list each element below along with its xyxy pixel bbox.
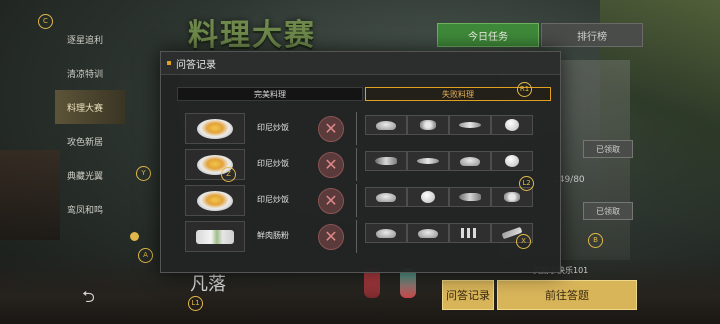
ingredient-slot	[407, 151, 449, 171]
ingredient-sprig-icon	[461, 228, 479, 238]
dialog-tabs: 完美料理 失败料理	[177, 87, 551, 101]
ingredient-slot	[449, 187, 491, 207]
ingredient-slot	[491, 151, 533, 171]
ingredient-egg-icon	[505, 119, 519, 131]
record-row: 鲜肉肠粉 ✕	[185, 220, 555, 255]
title-accent-icon	[167, 61, 171, 65]
menu-item-1[interactable]: 清凉特训	[55, 56, 125, 90]
button-a-icon: A	[138, 248, 153, 263]
button-x-icon: X	[516, 234, 531, 249]
dpad-icon	[130, 232, 139, 241]
button-b-icon: B	[588, 233, 603, 248]
tab-leaderboard[interactable]: 排行榜	[541, 23, 643, 47]
collect-button-2[interactable]: 已领取	[583, 202, 633, 220]
ingredient-pile-icon	[376, 192, 396, 202]
record-row: 印尼炒饭 ✕	[185, 148, 555, 183]
dish-image	[185, 149, 245, 180]
event-title: 料理大赛	[188, 18, 316, 53]
ingredient-slot	[365, 223, 407, 243]
game-screen: 料理大赛 今日任务 排行榜 逐星追利 清凉特训 料理大赛 攻色新居 典藏光翼 鸾…	[0, 0, 720, 324]
fail-cross-icon: ✕	[318, 224, 344, 250]
player-name: 凡落	[190, 274, 226, 295]
ingredient-slot	[449, 223, 491, 243]
ingredient-rice-icon	[420, 120, 436, 130]
ingredient-slot	[365, 115, 407, 135]
menu-item-0[interactable]: 逐星追利	[55, 22, 125, 56]
tab-perfect-dishes[interactable]: 完美料理	[177, 87, 363, 101]
tab-today-tasks[interactable]: 今日任务	[437, 23, 539, 47]
dish-image	[185, 221, 245, 252]
go-answer-button[interactable]: 前往答题	[497, 280, 637, 310]
fail-cross-icon: ✕	[318, 188, 344, 214]
back-icon[interactable]: ⮌	[82, 286, 106, 306]
menu-item-2[interactable]: 料理大赛	[55, 90, 125, 124]
divider	[356, 112, 357, 145]
dish-name: 印尼炒饭	[257, 123, 289, 132]
button-l2-icon: L2	[519, 176, 534, 191]
dialog-header: 问答记录	[161, 52, 560, 75]
ingredient-rice-icon	[504, 192, 520, 202]
ingredient-egg-icon	[421, 191, 435, 203]
ingredient-slot	[449, 151, 491, 171]
ingredient-slot	[407, 115, 449, 135]
button-y-icon: Y	[136, 166, 151, 181]
dish-name: 印尼炒饭	[257, 195, 289, 204]
record-row: 印尼炒饭 ✕	[185, 184, 555, 219]
ingredient-fish-icon	[375, 157, 397, 165]
ingredient-flat-icon	[459, 122, 481, 128]
fried-rice-icon	[197, 118, 233, 139]
ingredient-pile-icon	[418, 228, 438, 238]
qa-record-dialog: 问答记录 完美料理 失败料理 R1 印尼炒饭 ✕ 印尼炒饭 ✕ 印尼炒饭 ✕ 鲜…	[160, 51, 561, 273]
ingredient-slot	[449, 115, 491, 135]
ingredient-slot	[407, 187, 449, 207]
divider	[356, 220, 357, 253]
rice-roll-icon	[196, 229, 234, 244]
menu-item-3[interactable]: 攻色新居	[55, 124, 125, 158]
collect-button-1[interactable]: 已领取	[583, 140, 633, 158]
ingredient-slot	[365, 187, 407, 207]
left-menu: 逐星追利 清凉特训 料理大赛 攻色新居 典藏光翼 鸾凤和鸣	[55, 22, 125, 226]
fried-rice-icon	[197, 190, 233, 211]
fail-cross-icon: ✕	[318, 152, 344, 178]
menu-item-5[interactable]: 鸾凤和鸣	[55, 192, 125, 226]
ingredient-pile-icon	[460, 156, 480, 166]
ingredient-egg-icon	[505, 155, 519, 167]
ingredient-flat-icon	[417, 158, 439, 164]
ingredient-fish-icon	[459, 193, 481, 201]
dish-image	[185, 185, 245, 216]
divider	[356, 148, 357, 181]
qa-record-button[interactable]: 问答记录	[442, 280, 494, 310]
button-l1-icon: L1	[188, 296, 203, 311]
menu-item-4[interactable]: 典藏光翼	[55, 158, 125, 192]
ingredient-slot	[407, 223, 449, 243]
record-list[interactable]: 印尼炒饭 ✕ 印尼炒饭 ✕ 印尼炒饭 ✕ 鲜肉肠粉 ✕	[185, 112, 555, 272]
ingredient-pile-icon	[376, 120, 396, 130]
record-row: 印尼炒饭 ✕	[185, 112, 555, 147]
ingredient-slot	[491, 115, 533, 135]
background-hut	[0, 150, 60, 240]
dish-name: 印尼炒饭	[257, 159, 289, 168]
top-tabs: 今日任务 排行榜	[437, 23, 643, 47]
ingredient-slot	[365, 151, 407, 171]
button-r1-icon: R1	[517, 82, 532, 97]
divider	[356, 184, 357, 217]
ingredient-pile-icon	[376, 228, 396, 238]
button-z-icon: Z	[221, 167, 236, 182]
dialog-title: 问答记录	[176, 59, 216, 71]
dish-name: 鲜肉肠粉	[257, 231, 289, 240]
button-c-icon: C	[38, 14, 53, 29]
dish-image	[185, 113, 245, 144]
fail-cross-icon: ✕	[318, 116, 344, 142]
